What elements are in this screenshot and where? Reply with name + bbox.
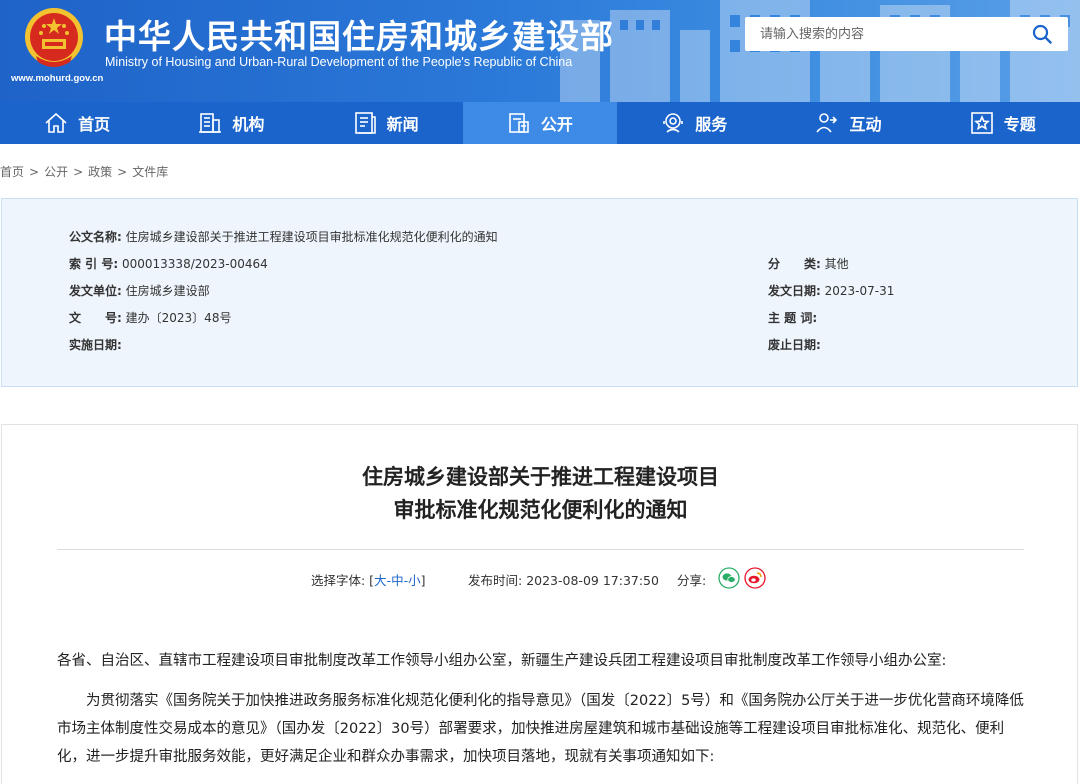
- breadcrumb-library[interactable]: 文件库: [132, 165, 168, 179]
- breadcrumb: 首页 > 公开 > 政策 > 文件库: [0, 165, 169, 179]
- info-index: 索 引 号: 000013338/2023-00464: [69, 257, 268, 271]
- star-icon: [970, 112, 993, 134]
- breadcrumb-public[interactable]: 公开: [44, 165, 68, 179]
- nav-label: 专题: [1003, 115, 1036, 134]
- nav-item-news[interactable]: 新闻: [309, 102, 463, 144]
- search-input[interactable]: [745, 17, 1015, 51]
- info-keywords: 主 题 词:: [768, 311, 818, 325]
- font-size-selector: 选择字体: [大-中-小]: [311, 573, 426, 588]
- font-size-large-link[interactable]: 大: [374, 573, 387, 588]
- news-icon: [354, 112, 376, 134]
- service-icon: [663, 113, 683, 133]
- article-paragraph-1: 各省、自治区、直辖市工程建设项目审批制度改革工作领导小组办公室，新疆生产建设兵团…: [57, 653, 947, 669]
- wechat-share-icon[interactable]: [718, 567, 740, 589]
- article-container: 住房城乡建设部关于推进工程建设项目 审批标准化规范化便利化的通知 选择字体: […: [1, 424, 1078, 784]
- nav-item-topics[interactable]: 专题: [926, 102, 1080, 144]
- nav-label: 机构: [232, 115, 265, 134]
- info-issuer: 发文单位: 住房城乡建设部: [69, 284, 210, 298]
- main-nav: 首页 机构 新闻 公开 服务 互动 专题: [0, 102, 1080, 144]
- nav-item-public[interactable]: 公开: [462, 102, 618, 144]
- article-paragraph-2: 为贯彻落实《国务院关于加快推进政务服务标准化规范化便利化的指导意见》（国发〔20…: [57, 693, 1024, 765]
- font-size-small-link[interactable]: 小: [408, 573, 421, 588]
- weibo-share-icon[interactable]: [744, 567, 766, 589]
- info-repeal-date: 废止日期:: [768, 338, 821, 352]
- breadcrumb-policy[interactable]: 政策: [88, 165, 112, 179]
- nav-item-service[interactable]: 服务: [617, 102, 771, 144]
- info-category: 分 类: 其他: [768, 257, 849, 271]
- search-box: [745, 17, 1068, 51]
- document-info-panel: 公文名称: 住房城乡建设部关于推进工程建设项目审批标准化规范化便利化的通知 索 …: [1, 198, 1078, 387]
- breadcrumb-home[interactable]: 首页: [0, 165, 24, 179]
- info-issue-date: 发文日期: 2023-07-31: [768, 284, 895, 298]
- building-backdrop-image: [560, 0, 1080, 102]
- title-divider: [57, 549, 1024, 550]
- font-size-medium-link[interactable]: 中: [391, 573, 404, 588]
- nav-item-organization[interactable]: 机构: [154, 102, 308, 144]
- document-icon: [509, 113, 529, 133]
- info-doc-name: 公文名称: 住房城乡建设部关于推进工程建设项目审批标准化规范化便利化的通知: [69, 230, 498, 244]
- publish-time: 发布时间: 2023-08-09 17:37:50: [468, 573, 659, 588]
- site-header: 中华人民共和国住房和城乡建设部 Ministry of Housing and …: [0, 0, 1080, 102]
- article-title-line1: 住房城乡建设部关于推进工程建设项目: [362, 465, 719, 489]
- nav-label: 服务: [695, 115, 728, 134]
- article-title-line2: 审批标准化规范化便利化的通知: [393, 498, 688, 522]
- site-url[interactable]: www.mohurd.gov.cn: [11, 73, 103, 84]
- share-label: 分享:: [677, 573, 707, 588]
- nav-item-home[interactable]: 首页: [0, 102, 154, 144]
- nav-item-interaction[interactable]: 互动: [771, 102, 925, 144]
- info-effective-date: 实施日期:: [69, 338, 122, 352]
- site-subtitle: Ministry of Housing and Urban-Rural Deve…: [105, 55, 573, 69]
- info-doc-number: 文 号: 建办〔2023〕48号: [69, 311, 232, 325]
- nav-label: 首页: [78, 115, 111, 134]
- site-title[interactable]: 中华人民共和国住房和城乡建设部: [104, 10, 614, 58]
- home-icon: [45, 112, 67, 133]
- nav-label: 互动: [849, 115, 882, 134]
- nav-label: 新闻: [386, 115, 419, 134]
- national-emblem-logo: [25, 8, 83, 67]
- building-icon: [199, 113, 222, 133]
- nav-label: 公开: [540, 115, 573, 134]
- search-icon[interactable]: [1032, 24, 1052, 44]
- interact-icon: [816, 113, 838, 133]
